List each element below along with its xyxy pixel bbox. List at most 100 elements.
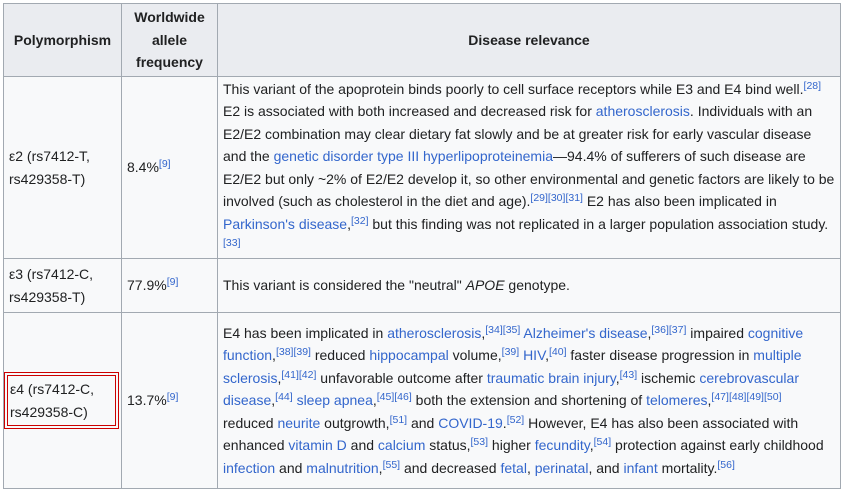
citation-link[interactable]: [29] xyxy=(530,192,548,204)
citation-ref: [41] xyxy=(281,369,299,381)
wiki-link[interactable]: HIV xyxy=(523,347,545,363)
citation-ref: [51] xyxy=(390,414,408,426)
wiki-link[interactable]: infection xyxy=(223,460,275,476)
wiki-link[interactable]: Alzheimer's disease xyxy=(523,325,647,341)
relevance-text: E4 has been implicated in xyxy=(223,324,388,341)
frequency-value: 13.7% xyxy=(127,392,167,409)
citation-ref: [53] xyxy=(471,436,489,448)
citation-link[interactable]: [47] xyxy=(711,391,729,403)
citation-link[interactable]: [34] xyxy=(485,324,503,336)
frequency-cell: 8.4%[9] xyxy=(121,76,218,259)
citation-ref: [54] xyxy=(594,436,612,448)
citation-link[interactable]: [33] xyxy=(223,237,241,249)
citation-link[interactable]: [52] xyxy=(507,414,525,426)
citation-link[interactable]: [55] xyxy=(383,459,401,471)
relevance-text: and xyxy=(407,414,439,431)
citation-link[interactable]: [51] xyxy=(390,414,408,426)
frequency-value: 77.9% xyxy=(127,277,167,294)
wiki-link[interactable]: Parkinson's disease xyxy=(223,216,347,232)
citation-link[interactable]: [38] xyxy=(276,346,294,358)
citation-link[interactable]: [35] xyxy=(503,324,521,336)
citation-link[interactable]: [50] xyxy=(764,391,782,403)
relevance-text: but this finding was not replicated in a… xyxy=(368,215,829,232)
citation-ref: [35] xyxy=(503,324,521,336)
wiki-link[interactable]: hippocampal xyxy=(369,347,448,363)
citation-link[interactable]: [9] xyxy=(167,391,179,403)
citation-link[interactable]: [44] xyxy=(275,391,293,403)
relevance-text: E2 has also been implicated in xyxy=(582,193,777,209)
wiki-link[interactable]: genetic disorder type III hyperlipoprote… xyxy=(274,148,553,164)
citation-link[interactable]: [45] xyxy=(377,391,395,403)
relevance-text: , and xyxy=(588,459,624,476)
relevance-text: ischemic xyxy=(637,369,700,386)
relevance-text: E2 is associated with both increased and… xyxy=(223,103,596,119)
citation-ref: [44] xyxy=(275,391,293,403)
citation-link[interactable]: [39] xyxy=(502,346,520,358)
relevance-text: reduced xyxy=(223,414,278,431)
relevance-text: impaired xyxy=(686,324,748,341)
citation-link[interactable]: [48] xyxy=(729,391,747,403)
relevance-text: reduced xyxy=(310,347,370,364)
citation-link[interactable]: [32] xyxy=(351,215,369,227)
wiki-link[interactable]: traumatic brain injury xyxy=(487,370,616,386)
relevance-text: both the extension and shortening of xyxy=(411,392,647,409)
header-polymorphism: Polymorphism xyxy=(3,3,122,77)
wiki-link[interactable]: sleep apnea xyxy=(297,392,373,408)
wiki-link[interactable]: infant xyxy=(623,460,657,476)
citation-link[interactable]: [31] xyxy=(565,192,583,204)
citation-link[interactable]: [49] xyxy=(746,391,764,403)
wiki-link[interactable]: atherosclerosis xyxy=(387,325,481,341)
polymorphism-label: ε2 (rs7412-T, rs429358-T) xyxy=(9,148,90,187)
relevance-text: protection against early childhood xyxy=(611,437,824,454)
citation-link[interactable]: [53] xyxy=(471,436,489,448)
relevance-text: This variant is considered the "neutral" xyxy=(223,277,466,294)
relevance-text: status, xyxy=(425,437,471,454)
wiki-link[interactable]: fetal xyxy=(500,460,526,476)
disease-relevance-cell: This variant is considered the "neutral"… xyxy=(217,258,841,313)
citation-ref: [48] xyxy=(729,391,747,403)
citation-link[interactable]: [36] xyxy=(651,324,669,336)
citation-link[interactable]: [41] xyxy=(281,369,299,381)
relevance-text: genotype. xyxy=(504,277,570,294)
wiki-link[interactable]: vitamin D xyxy=(288,437,346,453)
citation-ref: [47] xyxy=(711,391,729,403)
citation-ref: [45] xyxy=(377,391,395,403)
citation-link[interactable]: [54] xyxy=(594,436,612,448)
citation-ref: [29] xyxy=(530,192,548,204)
table-row: ε2 (rs7412-T, rs429358-T) 8.4%[9] This var… xyxy=(3,76,841,259)
citation-link[interactable]: [28] xyxy=(804,80,822,92)
frequency-cell: 13.7%[9] xyxy=(121,312,218,489)
citation-ref: [9] xyxy=(167,276,179,288)
header-disease-relevance: Disease relevance xyxy=(217,3,841,77)
citation-ref: [39] xyxy=(502,346,520,358)
wiki-link[interactable]: telomeres xyxy=(646,392,707,408)
citation-link[interactable]: [30] xyxy=(548,192,566,204)
citation-link[interactable]: [56] xyxy=(717,459,735,471)
wiki-link[interactable]: neurite xyxy=(277,415,320,431)
wiki-link[interactable]: calcium xyxy=(378,437,425,453)
relevance-text: unfavorable outcome after xyxy=(316,369,487,386)
wiki-link[interactable]: COVID-19 xyxy=(438,415,503,431)
wiki-link[interactable]: atherosclerosis xyxy=(596,103,690,119)
citation-link[interactable]: [46] xyxy=(394,391,412,403)
citation-link[interactable]: [39] xyxy=(293,346,311,358)
citation-ref: [42] xyxy=(299,369,317,381)
relevance-text: and decreased xyxy=(400,459,501,476)
wiki-link[interactable]: perinatal xyxy=(535,460,589,476)
citation-link[interactable]: [43] xyxy=(620,369,638,381)
relevance-text: mortality. xyxy=(657,459,718,476)
page: Polymorphism Worldwide allele frequency … xyxy=(0,0,846,494)
wiki-link[interactable]: malnutrition xyxy=(306,460,378,476)
citation-link[interactable]: [9] xyxy=(159,158,171,170)
italic-gene-name: APOE xyxy=(465,277,505,294)
disease-relevance-cell: This variant of the apoprotein binds poo… xyxy=(217,76,841,259)
citation-ref: [49] xyxy=(746,391,764,403)
polymorphism-cell: ε4 (rs7412-C, rs429358-C) xyxy=(3,312,122,489)
citation-link[interactable]: [42] xyxy=(299,369,317,381)
citation-link[interactable]: [40] xyxy=(549,346,567,358)
disease-relevance-cell: E4 has been implicated in atherosclerosi… xyxy=(217,312,841,489)
citation-link[interactable]: [37] xyxy=(669,324,687,336)
frequency-cell: 77.9%[9] xyxy=(121,258,218,313)
wiki-link[interactable]: fecundity xyxy=(535,437,590,453)
citation-link[interactable]: [9] xyxy=(167,276,179,288)
